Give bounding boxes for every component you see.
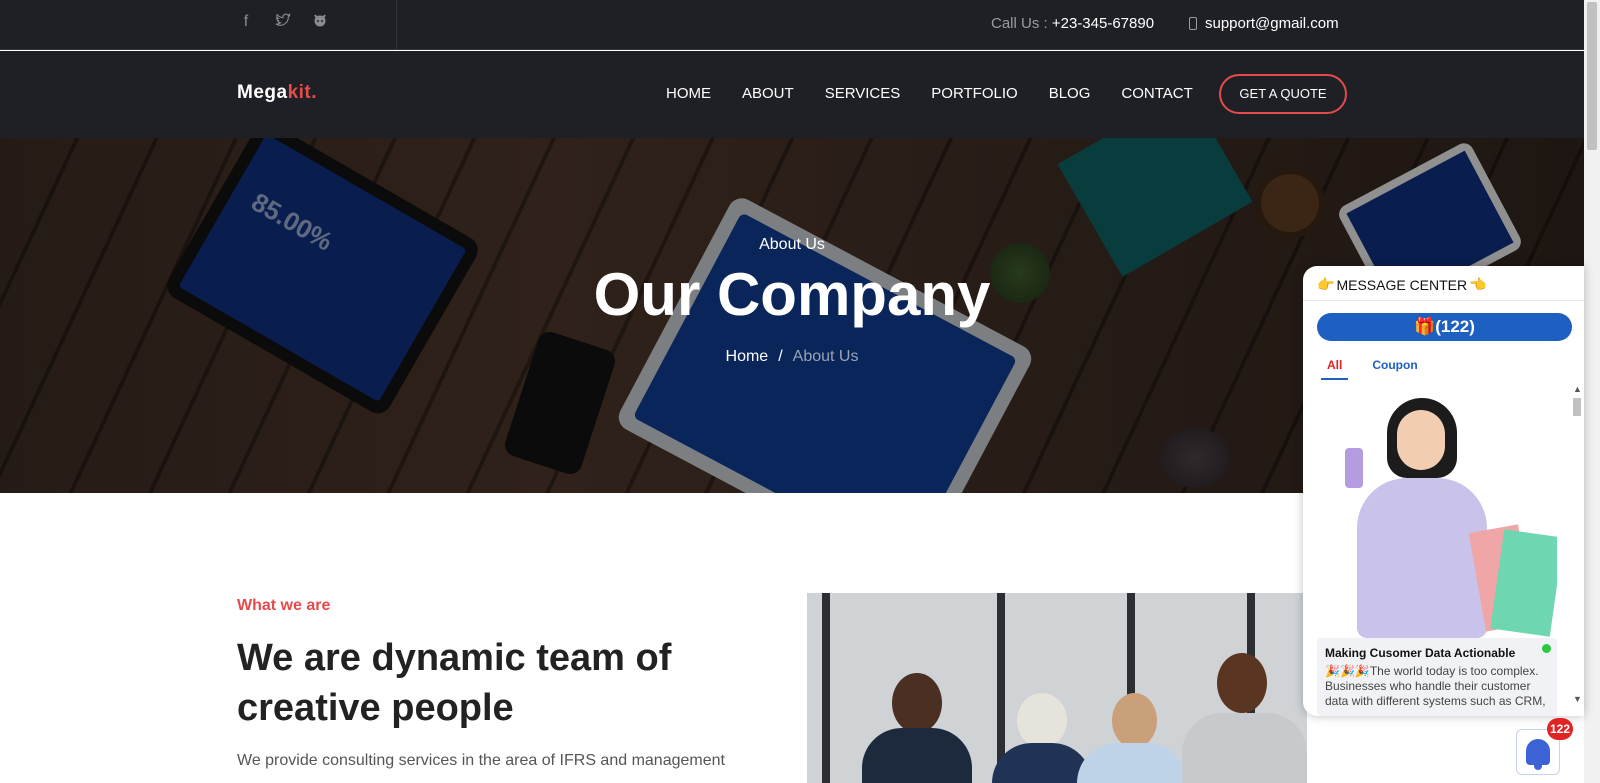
team-photo (807, 593, 1307, 783)
logo-accent: kit. (287, 82, 318, 103)
mobile-icon (1189, 17, 1197, 30)
hero-eyebrow: About Us (759, 236, 825, 253)
message-card-title: Making Cusomer Data Actionable (1325, 646, 1516, 660)
nav-home[interactable]: HOME (666, 85, 711, 102)
breadcrumb-separator: / (778, 348, 783, 365)
tab-coupon[interactable]: Coupon (1372, 358, 1417, 380)
email-contact[interactable]: support@gmail.com (1189, 15, 1339, 32)
section-heading: We are dynamic team of creative people (237, 637, 672, 729)
message-tabs: All Coupon (1321, 358, 1418, 380)
message-center-header: 👉 MESSAGE CENTER 👈 (1317, 276, 1487, 293)
tab-all[interactable]: All (1321, 358, 1349, 380)
breadcrumb-home[interactable]: Home (726, 348, 769, 365)
nav-services[interactable]: SERVICES (825, 85, 901, 102)
breadcrumb-current: About Us (792, 348, 859, 365)
main-navbar: Megakit. HOME ABOUT SERVICES PORTFOLIO B… (0, 51, 1584, 138)
message-center-title: MESSAGE CENTER (1336, 276, 1468, 293)
nav-portfolio[interactable]: PORTFOLIO (931, 85, 1017, 102)
scroll-down-icon[interactable]: ▼ (1573, 694, 1582, 704)
nav-about[interactable]: ABOUT (742, 85, 794, 102)
message-center-widget: 👉 MESSAGE CENTER 👈 🎁(122) All Coupon Mak… (1303, 266, 1584, 716)
section-eyebrow: What we are (237, 597, 331, 614)
header-divider (1303, 300, 1584, 301)
top-bar: f Call Us : +23-345-67890 support@gmail.… (0, 0, 1584, 50)
email-address[interactable]: support@gmail.com (1205, 15, 1339, 32)
topbar-divider (396, 0, 397, 50)
message-card[interactable]: Making Cusomer Data Actionable 🎉🎉🎉The wo… (1317, 388, 1557, 716)
pointing-hand-icon: 👉 (1317, 276, 1335, 292)
section-paragraph: We provide consulting services in the ar… (237, 752, 725, 769)
message-scrollbar-thumb[interactable] (1573, 398, 1581, 416)
twitter-icon[interactable] (274, 12, 292, 32)
call-us: Call Us : +23-345-67890 (991, 15, 1154, 32)
nav-blog[interactable]: BLOG (1049, 85, 1091, 102)
unread-dot (1542, 644, 1551, 653)
call-label: Call Us : (991, 15, 1048, 32)
notification-badge: 122 (1547, 718, 1573, 740)
scroll-up-icon[interactable]: ▲ (1573, 384, 1582, 394)
bell-icon (1526, 739, 1550, 770)
promo-image (1317, 388, 1557, 638)
pointing-hand-icon: 👈 (1469, 276, 1487, 292)
nav-contact[interactable]: CONTACT (1121, 85, 1192, 102)
page-scrollbar-thumb[interactable] (1587, 2, 1597, 150)
social-links: f (237, 12, 329, 32)
page-scrollbar[interactable] (1584, 0, 1600, 783)
call-number[interactable]: +23-345-67890 (1052, 15, 1154, 32)
get-a-quote-button[interactable]: GET A QUOTE (1219, 74, 1347, 114)
message-scrollbar[interactable]: ▲ ▼ (1571, 384, 1582, 704)
github-icon[interactable] (311, 12, 329, 32)
logo-text: Mega (237, 82, 288, 103)
message-card-info: Making Cusomer Data Actionable 🎉🎉🎉The wo… (1317, 638, 1557, 716)
site-logo[interactable]: Megakit. (237, 82, 317, 104)
message-card-text: 🎉🎉🎉The world today is too complex. Busin… (1325, 664, 1546, 708)
message-count-button[interactable]: 🎁(122) (1317, 313, 1572, 341)
facebook-icon[interactable]: f (237, 12, 255, 32)
nav-menu: HOME ABOUT SERVICES PORTFOLIO BLOG CONTA… (666, 85, 1193, 102)
